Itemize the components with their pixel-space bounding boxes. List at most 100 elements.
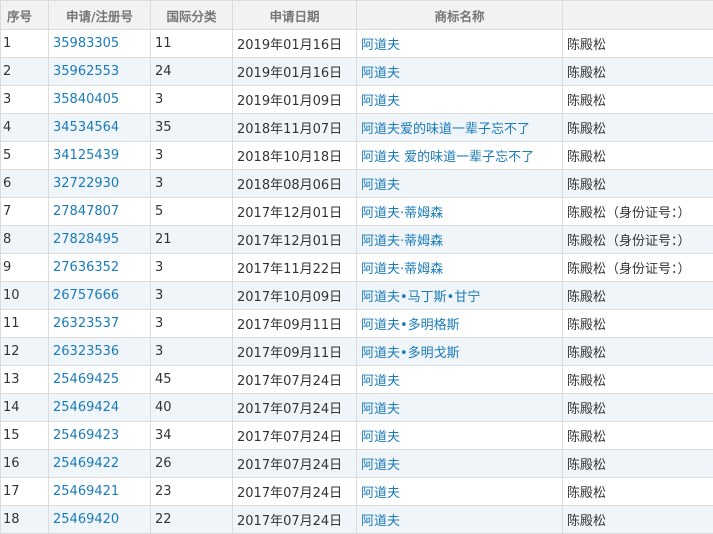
reg-number-link[interactable]: 25469425 <box>53 372 119 387</box>
table-row: 53412543932018年10月18日阿道夫 爱的味道一辈子忘不了陈殿松 <box>1 142 713 170</box>
trademark-name-link[interactable]: 阿道夫·蒂姆森 <box>361 262 443 277</box>
trademark-name-link[interactable]: 阿道夫•多明戈斯 <box>361 346 460 361</box>
trademark-name-link-cell: 阿道夫 <box>357 506 563 534</box>
row-applicant: 陈殿松 <box>563 58 713 86</box>
row-class: 23 <box>151 478 233 506</box>
row-seq: 12 <box>1 338 49 366</box>
reg-number-link[interactable]: 25469421 <box>53 484 119 499</box>
reg-number-link-cell: 34534564 <box>49 114 151 142</box>
row-class: 11 <box>151 30 233 58</box>
row-seq: 6 <box>1 170 49 198</box>
reg-number-link[interactable]: 35983305 <box>53 36 119 51</box>
table-row: 1525469423342017年07月24日阿道夫陈殿松 <box>1 422 713 450</box>
table-row: 827828495212017年12月01日阿道夫·蒂姆森陈殿松（身份证号：） <box>1 226 713 254</box>
row-class: 3 <box>151 338 233 366</box>
trademark-name-link[interactable]: 阿道夫 <box>361 178 400 193</box>
trademark-name-link[interactable]: 阿道夫爱的味道一辈子忘不了 <box>361 122 530 137</box>
reg-number-link[interactable]: 27828495 <box>53 232 119 247</box>
row-seq: 9 <box>1 254 49 282</box>
reg-number-link-cell: 25469420 <box>49 506 151 534</box>
reg-number-link[interactable]: 34534564 <box>53 120 119 135</box>
row-date: 2017年12月01日 <box>233 226 357 254</box>
row-applicant: 陈殿松 <box>563 450 713 478</box>
row-class: 34 <box>151 422 233 450</box>
reg-number-link[interactable]: 27847807 <box>53 204 119 219</box>
row-date: 2018年10月18日 <box>233 142 357 170</box>
row-seq: 3 <box>1 86 49 114</box>
reg-number-link-cell: 27847807 <box>49 198 151 226</box>
table-row: 1325469425452017年07月24日阿道夫陈殿松 <box>1 366 713 394</box>
trademark-name-link[interactable]: 阿道夫 <box>361 374 400 389</box>
reg-number-link[interactable]: 25469424 <box>53 400 119 415</box>
trademark-name-link-cell: 阿道夫•多明戈斯 <box>357 338 563 366</box>
row-class: 26 <box>151 450 233 478</box>
row-date: 2019年01月16日 <box>233 30 357 58</box>
trademark-name-link-cell: 阿道夫•马丁斯•甘宁 <box>357 282 563 310</box>
reg-number-link[interactable]: 35962553 <box>53 64 119 79</box>
reg-number-link[interactable]: 25469422 <box>53 456 119 471</box>
row-class: 3 <box>151 254 233 282</box>
table-row: 122632353632017年09月11日阿道夫•多明戈斯陈殿松 <box>1 338 713 366</box>
row-seq: 17 <box>1 478 49 506</box>
table-row: 63272293032018年08月06日阿道夫陈殿松 <box>1 170 713 198</box>
trademark-name-link[interactable]: 阿道夫 <box>361 38 400 53</box>
reg-number-link-cell: 27828495 <box>49 226 151 254</box>
row-seq: 16 <box>1 450 49 478</box>
row-seq: 10 <box>1 282 49 310</box>
trademark-name-link[interactable]: 阿道夫 <box>361 430 400 445</box>
reg-number-link[interactable]: 32722930 <box>53 176 119 191</box>
row-applicant: 陈殿松 <box>563 338 713 366</box>
row-seq: 13 <box>1 366 49 394</box>
trademark-name-link[interactable]: 阿道夫 <box>361 402 400 417</box>
row-date: 2019年01月16日 <box>233 58 357 86</box>
trademark-name-link[interactable]: 阿道夫 爱的味道一辈子忘不了 <box>361 150 534 165</box>
row-date: 2019年01月09日 <box>233 86 357 114</box>
row-date: 2017年09月11日 <box>233 310 357 338</box>
trademark-name-link[interactable]: 阿道夫•马丁斯•甘宁 <box>361 290 480 305</box>
table-row: 33584040532019年01月09日阿道夫陈殿松 <box>1 86 713 114</box>
reg-number-link[interactable]: 35840405 <box>53 92 119 107</box>
table-row: 1825469420222017年07月24日阿道夫陈殿松 <box>1 506 713 534</box>
row-applicant: 陈殿松（身份证号：） <box>563 254 713 282</box>
reg-number-link-cell: 35840405 <box>49 86 151 114</box>
row-seq: 1 <box>1 30 49 58</box>
reg-number-link[interactable]: 26323536 <box>53 344 119 359</box>
reg-number-link[interactable]: 25469420 <box>53 512 119 527</box>
table-row: 434534564352018年11月07日阿道夫爱的味道一辈子忘不了陈殿松 <box>1 114 713 142</box>
trademark-name-link-cell: 阿道夫 <box>357 422 563 450</box>
reg-number-link[interactable]: 34125439 <box>53 148 119 163</box>
table-row: 1 35983305 112019年01月16日阿道夫 陈殿松 <box>1 30 713 58</box>
trademark-name-link[interactable]: 阿道夫·蒂姆森 <box>361 234 443 249</box>
row-applicant: 陈殿松 <box>563 30 713 58</box>
row-class: 3 <box>151 86 233 114</box>
trademark-name-link[interactable]: 阿道夫 <box>361 94 400 109</box>
trademark-name-link-cell: 阿道夫爱的味道一辈子忘不了 <box>357 114 563 142</box>
table-row: 1425469424402017年07月24日阿道夫陈殿松 <box>1 394 713 422</box>
reg-number-link[interactable]: 26757666 <box>53 288 119 303</box>
row-class: 22 <box>151 506 233 534</box>
row-date: 2017年07月24日 <box>233 450 357 478</box>
trademark-name-link[interactable]: 阿道夫 <box>361 486 400 501</box>
row-date: 2017年11月22日 <box>233 254 357 282</box>
reg-number-link-cell: 25469424 <box>49 394 151 422</box>
row-applicant: 陈殿松 <box>563 310 713 338</box>
reg-number-link[interactable]: 25469423 <box>53 428 119 443</box>
reg-number-link[interactable]: 27636352 <box>53 260 119 275</box>
trademark-name-link-cell: 阿道夫 <box>357 30 563 58</box>
trademark-name-link-cell: 阿道夫 <box>357 170 563 198</box>
trademark-name-link[interactable]: 阿道夫•多明格斯 <box>361 318 460 333</box>
trademark-name-link[interactable]: 阿道夫·蒂姆森 <box>361 206 443 221</box>
reg-number-link-cell: 25469421 <box>49 478 151 506</box>
row-applicant: 陈殿松 <box>563 86 713 114</box>
trademark-name-link[interactable]: 阿道夫 <box>361 458 400 473</box>
reg-number-link-cell: 26323536 <box>49 338 151 366</box>
row-date: 2017年07月24日 <box>233 478 357 506</box>
header-class: 国际分类 <box>151 1 233 30</box>
table-header-row: 序号 申请/注册号 国际分类 申请日期 商标名称 <box>1 1 713 30</box>
reg-number-link[interactable]: 26323537 <box>53 316 119 331</box>
trademark-name-link[interactable]: 阿道夫 <box>361 514 400 529</box>
table-row: 1725469421232017年07月24日阿道夫陈殿松 <box>1 478 713 506</box>
trademark-name-link-cell: 阿道夫 <box>357 366 563 394</box>
trademark-name-link[interactable]: 阿道夫 <box>361 66 400 81</box>
row-class: 35 <box>151 114 233 142</box>
